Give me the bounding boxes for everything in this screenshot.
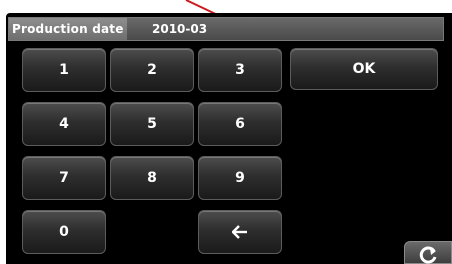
key-5-label: 5 bbox=[147, 116, 157, 132]
screenshot: Production date 2010-03 1 2 3 OK 4 5 6 7… bbox=[0, 0, 452, 264]
refresh-icon bbox=[419, 246, 437, 264]
key-4[interactable]: 4 bbox=[22, 102, 106, 146]
key-5[interactable]: 5 bbox=[110, 102, 194, 146]
field-label: Production date bbox=[9, 18, 127, 40]
ok-button[interactable]: OK bbox=[290, 48, 438, 90]
key-8[interactable]: 8 bbox=[110, 156, 194, 200]
key-1-label: 1 bbox=[59, 62, 69, 78]
ok-button-label: OK bbox=[352, 61, 376, 77]
key-0-label: 0 bbox=[59, 224, 69, 240]
key-6-label: 6 bbox=[235, 116, 245, 132]
refresh-button[interactable] bbox=[404, 241, 452, 264]
key-0[interactable]: 0 bbox=[22, 210, 106, 254]
key-9[interactable]: 9 bbox=[198, 156, 282, 200]
key-2-label: 2 bbox=[147, 62, 157, 78]
key-9-label: 9 bbox=[235, 170, 245, 186]
key-1[interactable]: 1 bbox=[22, 48, 106, 92]
key-7-label: 7 bbox=[59, 170, 69, 186]
key-2[interactable]: 2 bbox=[110, 48, 194, 92]
left-arrow-icon bbox=[232, 225, 247, 239]
field-value: 2010-03 bbox=[152, 22, 208, 36]
key-3[interactable]: 3 bbox=[198, 48, 282, 92]
key-8-label: 8 bbox=[147, 170, 157, 186]
key-7[interactable]: 7 bbox=[22, 156, 106, 200]
backspace-button[interactable] bbox=[198, 210, 282, 254]
key-3-label: 3 bbox=[235, 62, 245, 78]
key-4-label: 4 bbox=[59, 116, 69, 132]
key-6[interactable]: 6 bbox=[198, 102, 282, 146]
